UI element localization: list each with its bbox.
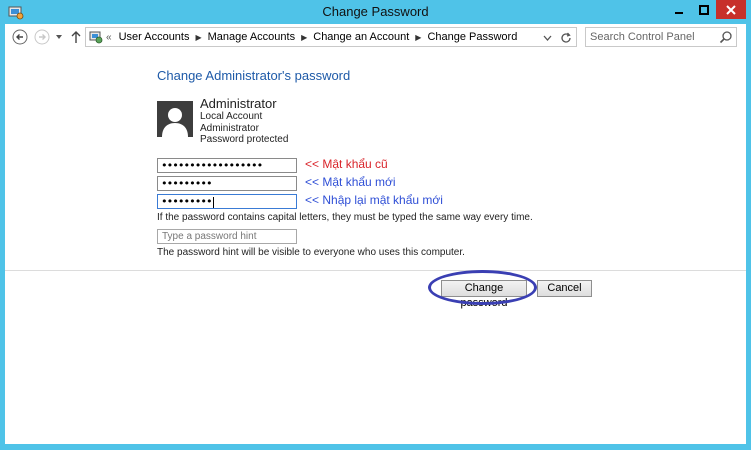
chevron-down-icon bbox=[543, 35, 551, 41]
address-bar[interactable]: « User Accounts ▶ Manage Accounts ▶ Chan… bbox=[85, 27, 577, 47]
confirm-password-field[interactable]: ••••••••• bbox=[157, 194, 297, 209]
current-password-value: •••••••••••••••••• bbox=[161, 159, 263, 172]
breadcrumb-change-password[interactable]: Change Password bbox=[427, 31, 517, 43]
divider bbox=[5, 270, 746, 271]
account-name: Administrator bbox=[200, 96, 277, 111]
refresh-button[interactable] bbox=[558, 30, 574, 46]
back-button[interactable] bbox=[11, 28, 29, 46]
control-panel-icon bbox=[89, 30, 103, 44]
current-password-annotation: << Mật khẩu cũ bbox=[305, 157, 388, 171]
forward-button[interactable] bbox=[33, 28, 51, 46]
back-arrow-icon bbox=[12, 29, 28, 45]
account-type: Local Account bbox=[200, 111, 263, 122]
maximize-icon bbox=[699, 4, 709, 15]
forward-arrow-icon bbox=[34, 29, 50, 45]
new-password-value: ••••••••• bbox=[161, 177, 213, 190]
breadcrumb-separator-icon[interactable]: ▶ bbox=[195, 33, 201, 42]
account-status: Password protected bbox=[200, 134, 289, 145]
breadcrumb-overflow[interactable]: « bbox=[106, 32, 112, 43]
confirm-password-value: ••••••••• bbox=[161, 195, 213, 208]
window-title: Change Password bbox=[322, 4, 429, 19]
breadcrumb: « User Accounts ▶ Manage Accounts ▶ Chan… bbox=[106, 31, 517, 43]
title-bar: Change Password bbox=[0, 0, 751, 24]
breadcrumb-separator-icon[interactable]: ▶ bbox=[301, 33, 307, 42]
address-history-button[interactable] bbox=[540, 31, 554, 45]
up-arrow-icon bbox=[71, 31, 81, 43]
breadcrumb-manage-accounts[interactable]: Manage Accounts bbox=[208, 31, 295, 43]
up-button[interactable] bbox=[67, 28, 85, 46]
password-hint-input[interactable] bbox=[157, 229, 297, 244]
close-button[interactable] bbox=[716, 0, 746, 19]
password-hint-note: The password hint will be visible to eve… bbox=[157, 247, 465, 258]
capital-letters-note: If the password contains capital letters… bbox=[157, 212, 533, 223]
confirm-password-annotation: << Nhập lại mật khẩu mới bbox=[305, 193, 443, 207]
change-password-window: « User Accounts ▶ Manage Accounts ▶ Chan… bbox=[5, 24, 746, 444]
avatar bbox=[157, 101, 193, 137]
cancel-button[interactable]: Cancel bbox=[537, 280, 592, 297]
maximize-button[interactable] bbox=[692, 0, 716, 19]
highlight-circle bbox=[428, 270, 537, 305]
current-password-field[interactable]: •••••••••••••••••• bbox=[157, 158, 297, 173]
recent-locations-button[interactable] bbox=[53, 28, 65, 46]
text-cursor bbox=[212, 196, 214, 208]
breadcrumb-separator-icon[interactable]: ▶ bbox=[415, 33, 421, 42]
breadcrumb-change-account[interactable]: Change an Account bbox=[313, 31, 409, 43]
refresh-icon bbox=[561, 32, 571, 43]
account-group: Administrator bbox=[200, 123, 259, 134]
new-password-annotation: << Mật khẩu mới bbox=[305, 175, 396, 189]
search-input[interactable] bbox=[590, 30, 715, 44]
close-icon bbox=[726, 4, 736, 15]
minimize-icon bbox=[675, 11, 683, 14]
page-title: Change Administrator's password bbox=[157, 68, 351, 83]
user-icon bbox=[162, 108, 188, 137]
new-password-field[interactable]: ••••••••• bbox=[157, 176, 297, 191]
search-box[interactable] bbox=[585, 27, 737, 47]
breadcrumb-user-accounts[interactable]: User Accounts bbox=[119, 31, 190, 43]
minimize-button[interactable] bbox=[666, 0, 692, 19]
navigation-bar: « User Accounts ▶ Manage Accounts ▶ Chan… bbox=[5, 24, 746, 50]
chevron-down-icon bbox=[56, 35, 62, 39]
search-icon[interactable] bbox=[719, 30, 733, 44]
